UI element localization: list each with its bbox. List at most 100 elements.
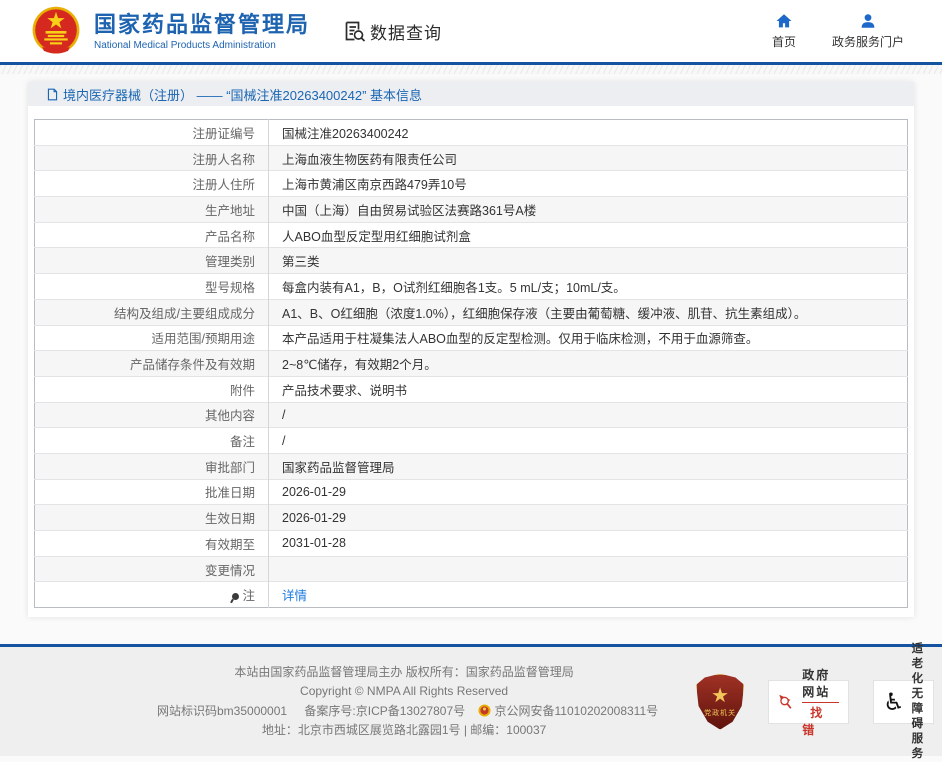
table-row: 其他内容/ <box>35 402 908 428</box>
row-label: 变更情况 <box>35 556 269 582</box>
row-value: 详情 <box>269 582 908 608</box>
breadcrumb-text: 境内医疗器械（注册） —— “国械注准20263400242” 基本信息 <box>63 85 422 104</box>
row-value: 2031-01-28 <box>269 531 908 557</box>
row-label: 产品储存条件及有效期 <box>35 351 269 377</box>
home-icon <box>775 12 793 30</box>
info-table-body: 注册证编号国械注准20263400242注册人名称上海血液生物医药有限责任公司注… <box>35 120 908 608</box>
table-row: 注详情 <box>35 582 908 608</box>
table-row: 产品储存条件及有效期2~8℃储存，有效期2个月。 <box>35 351 908 377</box>
row-value: / <box>269 402 908 428</box>
nav-home-label: 首页 <box>772 33 796 50</box>
national-emblem-icon <box>30 5 82 57</box>
site-footer: 本站由国家药品监督管理局主办 版权所有：国家药品监督管理局 Copyright … <box>0 644 942 756</box>
row-value: 2026-01-29 <box>269 505 908 531</box>
main-area: 境内医疗器械（注册） —— “国械注准20263400242” 基本信息 注册证… <box>0 74 942 617</box>
table-row: 备注/ <box>35 428 908 454</box>
row-value: 国械注准20263400242 <box>269 120 908 146</box>
user-icon <box>859 12 877 30</box>
table-row: 生产地址中国（上海）自由贸易试验区法赛路361号A楼 <box>35 197 908 223</box>
row-value: 上海血液生物医药有限责任公司 <box>269 145 908 171</box>
table-row: 产品名称人ABO血型反定型用红细胞试剂盒 <box>35 222 908 248</box>
row-value: 中国（上海）自由贸易试验区法赛路361号A楼 <box>269 197 908 223</box>
find-error-subtitle: 找错 <box>802 704 839 738</box>
table-row: 结构及组成/主要组成成分A1、B、O红细胞（浓度1.0%），红细胞保存液（主要由… <box>35 299 908 325</box>
row-value <box>269 556 908 582</box>
row-value: 本产品适用于柱凝集法人ABO血型的反定型检测。仅用于临床检测，不用于血源筛查。 <box>269 325 908 351</box>
row-label: 适用范围/预期用途 <box>35 325 269 351</box>
org-name-zh: 国家药品监督管理局 <box>94 12 310 38</box>
table-row: 批准日期2026-01-29 <box>35 479 908 505</box>
table-row: 附件产品技术要求、说明书 <box>35 376 908 402</box>
row-label: 审批部门 <box>35 453 269 479</box>
table-row: 型号规格每盒内装有A1，B，O试剂红细胞各1支。5 mL/支；10mL/支。 <box>35 274 908 300</box>
table-row: 注册人住所上海市黄浦区南京西路479弄10号 <box>35 171 908 197</box>
nav-gov-portal-label: 政务服务门户 <box>832 33 904 50</box>
row-value: 国家药品监督管理局 <box>269 453 908 479</box>
table-row: 注册人名称上海血液生物医药有限责任公司 <box>35 145 908 171</box>
row-label: 注册证编号 <box>35 120 269 146</box>
row-label: 有效期至 <box>35 531 269 557</box>
wheelchair-icon: ♿ <box>883 690 905 714</box>
footer-line3: 网站标识码bm35000001 备案序号:京ICP备13027807号 京公网安… <box>150 702 658 722</box>
data-query-label: 数据查询 <box>370 19 442 44</box>
row-label: 结构及组成/主要组成成分 <box>35 299 269 325</box>
row-label: 批准日期 <box>35 479 269 505</box>
party-gov-badge-label: 党政机关 <box>704 708 736 718</box>
nav-home[interactable]: 首页 <box>772 12 796 50</box>
nav-gov-portal[interactable]: 政务服务门户 <box>832 12 904 50</box>
accessibility-line1: 适老化 <box>912 642 925 687</box>
shield-star-icon: ★ <box>711 686 729 706</box>
find-error-magnifier-icon <box>778 689 795 715</box>
row-label: 注册人名称 <box>35 145 269 171</box>
site-header: 国家药品监督管理局 National Medical Products Admi… <box>0 0 942 62</box>
footer-gongan-number[interactable]: 京公网安备11010202008311号 <box>494 704 658 718</box>
find-error-badge[interactable]: 政府网站 找错 <box>768 680 849 724</box>
row-value: 产品技术要求、说明书 <box>269 376 908 402</box>
footer-text: 本站由国家药品监督管理局主办 版权所有：国家药品监督管理局 Copyright … <box>150 663 658 741</box>
table-row: 管理类别第三类 <box>35 248 908 274</box>
row-label: 管理类别 <box>35 248 269 274</box>
footer-line4: 地址：北京市西城区展览路北露园1号 | 邮编：100037 <box>150 721 658 741</box>
data-search-icon <box>342 19 366 43</box>
footer-badges: ★ 党政机关 政府网站 找错 ♿ 适老化 无障碍服务 <box>696 674 934 730</box>
org-name-en: National Medical Products Administration <box>94 40 310 51</box>
table-row: 有效期至2031-01-28 <box>35 531 908 557</box>
row-value: 上海市黄浦区南京西路479弄10号 <box>269 171 908 197</box>
row-value: 2~8℃储存，有效期2个月。 <box>269 351 908 377</box>
row-label: 注册人住所 <box>35 171 269 197</box>
row-value: A1、B、O红细胞（浓度1.0%），红细胞保存液（主要由葡萄糖、缓冲液、肌苷、抗… <box>269 299 908 325</box>
detail-link[interactable]: 详情 <box>282 589 307 603</box>
table-row: 生效日期2026-01-29 <box>35 505 908 531</box>
breadcrumb: 境内医疗器械（注册） —— “国械注准20263400242” 基本信息 <box>28 82 914 106</box>
row-label: 生效日期 <box>35 505 269 531</box>
table-row: 审批部门国家药品监督管理局 <box>35 453 908 479</box>
footer-icp-number[interactable]: 备案序号:京ICP备13027807号 <box>304 704 465 718</box>
row-label: 型号规格 <box>35 274 269 300</box>
row-value: 第三类 <box>269 248 908 274</box>
row-label: 其他内容 <box>35 402 269 428</box>
row-label: 备注 <box>35 428 269 454</box>
row-value: / <box>269 428 908 454</box>
footer-line1: 本站由国家药品监督管理局主办 版权所有：国家药品监督管理局 <box>150 663 658 683</box>
table-row: 适用范围/预期用途本产品适用于柱凝集法人ABO血型的反定型检测。仅用于临床检测，… <box>35 325 908 351</box>
row-value: 每盒内装有A1，B，O试剂红细胞各1支。5 mL/支；10mL/支。 <box>269 274 908 300</box>
registration-info-table: 注册证编号国械注准20263400242注册人名称上海血液生物医药有限责任公司注… <box>34 119 908 608</box>
row-label: 生产地址 <box>35 197 269 223</box>
stripe-band <box>0 65 942 74</box>
row-value: 人ABO血型反定型用红细胞试剂盒 <box>269 222 908 248</box>
row-value: 2026-01-29 <box>269 479 908 505</box>
row-label: 产品名称 <box>35 222 269 248</box>
lamp-icon <box>232 593 239 600</box>
accessibility-badge[interactable]: ♿ 适老化 无障碍服务 <box>873 680 934 724</box>
party-gov-badge[interactable]: ★ 党政机关 <box>696 674 744 730</box>
accessibility-line2: 无障碍服务 <box>912 687 925 762</box>
data-query-nav[interactable]: 数据查询 <box>342 19 442 44</box>
table-row: 注册证编号国械注准20263400242 <box>35 120 908 146</box>
find-error-title: 政府网站 <box>802 666 839 703</box>
row-label: 注 <box>35 582 269 608</box>
site-logo[interactable]: 国家药品监督管理局 National Medical Products Admi… <box>30 5 310 57</box>
content-panel: 境内医疗器械（注册） —— “国械注准20263400242” 基本信息 注册证… <box>28 82 914 617</box>
footer-line2: Copyright © NMPA All Rights Reserved <box>150 682 658 702</box>
table-row: 变更情况 <box>35 556 908 582</box>
footer-site-code: 网站标识码bm35000001 <box>157 704 287 718</box>
